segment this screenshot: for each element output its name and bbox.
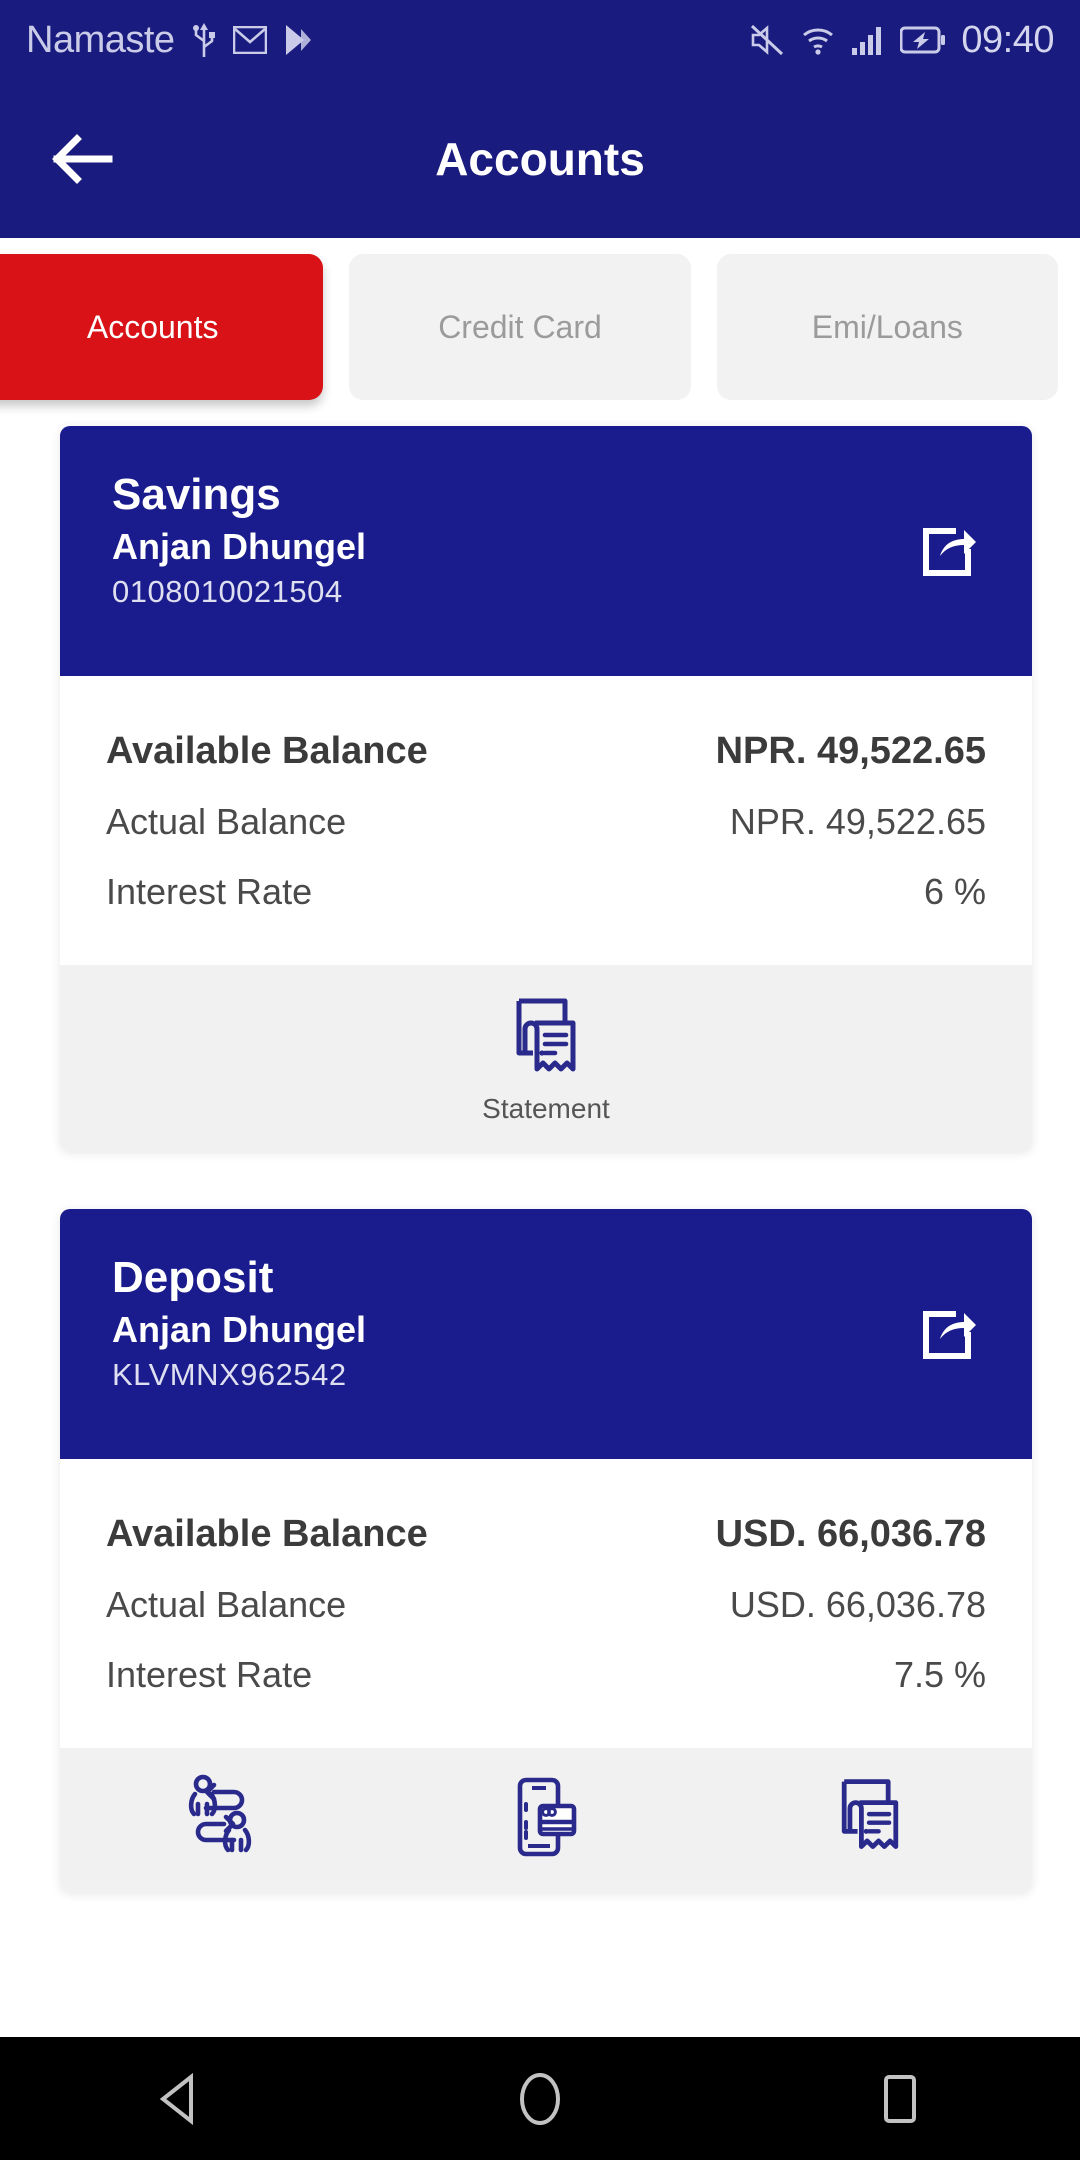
share-button[interactable] [918,520,980,582]
balance-value: 7.5 % [893,1654,986,1695]
account-number: 0108010021504 [112,574,343,609]
nav-back-button[interactable] [120,2037,240,2160]
page-title: Accounts [435,133,645,185]
account-type-label: Deposit [112,1253,274,1302]
share-button[interactable] [918,1303,980,1365]
balance-row: Actual Balance NPR. 49,522.65 [106,787,986,857]
balance-label: Available Balance [106,1513,428,1555]
account-number: KLVMNX962542 [112,1357,347,1392]
statement-icon [516,998,576,1072]
account-holder-name: Anjan Dhungel [112,1309,366,1350]
balance-value: NPR. 49,522.65 [715,730,986,772]
account-actions: Statement [60,965,1032,1151]
arrow-left-icon [52,134,113,184]
signal-icon [852,27,882,55]
status-bar-right: 09:40 [749,19,1054,62]
scroll-content: Accounts Credit Card Emi/Loans Savings A… [0,238,1080,2152]
balance-label: Interest Rate [106,871,313,912]
status-bar: Namaste 09:40 [0,0,1080,80]
balance-label: Actual Balance [106,801,347,842]
triangle-back-icon [159,2072,193,2125]
circle-home-icon [520,2072,560,2125]
app-screen: Namaste 09:40 Accounts Accounts Credit C… [0,0,1080,2160]
account-holder-name: Anjan Dhungel [112,526,366,567]
statement-action-label: Statement [482,1093,610,1124]
battery-charging-icon [900,26,946,54]
square-recents-icon [884,2074,916,2123]
share-icon [923,528,976,576]
account-card-deposit[interactable]: Deposit Anjan Dhungel KLVMNX962542 Avail… [60,1209,1032,1892]
share-icon [923,1311,976,1359]
mute-icon [751,24,784,56]
statement-icon [841,1779,899,1850]
mobile-card-payment-action[interactable] [384,1774,708,1870]
account-balance-list: Available Balance USD. 66,036.78 Actual … [60,1459,1032,1748]
nav-home-button[interactable] [480,2037,600,2160]
statement-action[interactable] [708,1774,1032,1870]
balance-row: Available Balance USD. 66,036.78 [106,1499,986,1570]
tab-emi-loans-label: Emi/Loans [811,308,963,345]
balance-row: Interest Rate 6 % [106,857,986,927]
tab-emi-loans[interactable]: Emi/Loans [716,254,1058,400]
account-card-header: Deposit Anjan Dhungel KLVMNX962542 [60,1209,1032,1459]
usb-icon [192,23,215,57]
account-card-savings[interactable]: Savings Anjan Dhungel 0108010021504 Avai… [60,426,1032,1151]
balance-label: Actual Balance [106,1584,347,1625]
account-type-tabs: Accounts Credit Card Emi/Loans [0,238,1080,400]
balance-value: 6 % [923,871,986,912]
tab-credit-card-label: Credit Card [438,308,602,345]
balance-label: Interest Rate [106,1654,313,1695]
carrier-label: Namaste [26,18,175,61]
tab-accounts-label: Accounts [86,308,219,345]
balance-value: NPR. 49,522.65 [729,801,986,842]
balance-row: Interest Rate 7.5 % [106,1640,986,1710]
balance-row: Available Balance NPR. 49,522.65 [106,716,986,787]
balance-value: USD. 66,036.78 [729,1584,986,1625]
tab-credit-card[interactable]: Credit Card [349,254,691,400]
account-balance-list: Available Balance NPR. 49,522.65 Actual … [60,676,1032,965]
account-actions [60,1748,1032,1892]
balance-row: Actual Balance USD. 66,036.78 [106,1570,986,1640]
mobile-card-payment-icon [517,1777,577,1857]
nav-recents-button[interactable] [840,2037,960,2160]
statement-action[interactable]: Statement [60,993,1032,1125]
fund-transfer-icon [188,1774,252,1853]
play-icon [285,25,311,55]
clock-label: 09:40 [961,18,1054,61]
back-button[interactable] [46,128,118,190]
android-navigation-bar [0,2037,1080,2160]
balance-value: USD. 66,036.78 [715,1513,986,1555]
tab-accounts[interactable]: Accounts [0,254,324,400]
account-card-header: Savings Anjan Dhungel 0108010021504 [60,426,1032,676]
balance-label: Available Balance [106,730,428,772]
account-type-label: Savings [112,470,281,519]
wifi-icon [803,28,834,55]
gmail-icon [232,26,267,54]
fund-transfer-action[interactable] [60,1774,384,1870]
app-bar: Accounts [0,80,1080,238]
status-bar-left: Namaste [26,19,313,62]
